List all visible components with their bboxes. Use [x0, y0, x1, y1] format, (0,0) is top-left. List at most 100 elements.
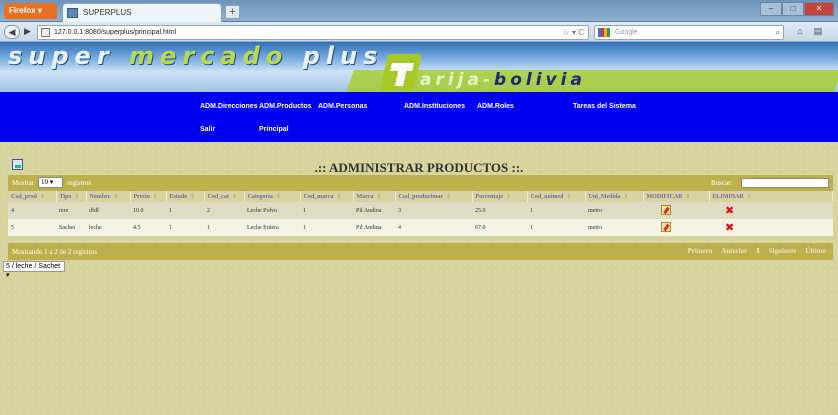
- column-header-label: Precio: [133, 194, 150, 200]
- bookmark-star-reload-icons[interactable]: ☆ ▾ C: [563, 26, 584, 39]
- page-favicon-icon: [41, 28, 50, 37]
- url-text: 127.0.0.1:8080/superplus/principal.html: [54, 29, 177, 36]
- add-product-icon[interactable]: [12, 159, 23, 170]
- cell-cod-productmar: 3: [395, 202, 472, 219]
- cell-cod-cat: 1: [204, 219, 244, 236]
- column-header-label: Cod_cat: [207, 194, 229, 200]
- column-header-label: Categoria: [247, 194, 273, 200]
- minimize-icon[interactable]: –: [760, 2, 782, 16]
- home-icon[interactable]: ⌂: [793, 25, 807, 39]
- search-placeholder: Google: [615, 29, 638, 36]
- new-tab-button[interactable]: +: [225, 5, 240, 19]
- column-header[interactable]: Porcentaje ⇕: [472, 191, 528, 202]
- column-header-label: Porcentaje: [475, 194, 504, 200]
- column-header[interactable]: Nombre ⇕: [86, 191, 131, 202]
- brand-part-2: mercado: [129, 42, 289, 70]
- column-header[interactable]: Cod_marca ⇕: [300, 191, 354, 202]
- column-header[interactable]: MODIFICAR ⇕: [643, 191, 710, 202]
- cell-estado: 1: [166, 219, 204, 236]
- sort-icon: ⇕: [74, 194, 80, 200]
- browser-tab-bar: Firefox ▾ SUPERPLUS + – □ ✕: [0, 0, 838, 22]
- product-select-value: 5 / leche / Sachet: [6, 263, 61, 270]
- main-content: .:: ADMINISTRAR PRODUCTOS ::. Mostrar 10…: [0, 142, 838, 415]
- menu-item-salir[interactable]: Salir: [200, 126, 215, 133]
- magnifier-icon[interactable]: ⌕: [776, 26, 780, 39]
- column-header-label: Cod_marca: [303, 194, 334, 200]
- menu-item-roles[interactable]: ADM.Roles: [477, 103, 514, 110]
- tab-favicon-icon: [67, 8, 78, 18]
- product-select[interactable]: 5 / leche / Sachet ▾: [3, 261, 65, 279]
- column-header[interactable]: Cod_prod ⇕: [8, 191, 57, 202]
- column-header[interactable]: Precio ⇕: [130, 191, 167, 202]
- column-header-label: Tipo: [59, 194, 72, 200]
- browser-search-input[interactable]: Google ⌕: [594, 25, 784, 40]
- region-part-2: bolivia: [494, 70, 586, 90]
- column-header[interactable]: Marca ⇕: [353, 191, 396, 202]
- menu-item-personas[interactable]: ADM.Personas: [318, 103, 367, 110]
- menu-item-principal[interactable]: Principal: [259, 126, 289, 133]
- column-header[interactable]: Categoria ⇕: [244, 191, 301, 202]
- cell-estado: 1: [166, 202, 204, 219]
- table-info: Mostrando 1 a 2 de 2 registros: [12, 248, 98, 256]
- sort-icon: ⇕: [566, 194, 572, 200]
- column-header[interactable]: Cod_productmar ⇕: [395, 191, 473, 202]
- pager-next[interactable]: Siguiente: [766, 246, 800, 256]
- page-length-value: 10: [41, 178, 48, 186]
- maximize-icon[interactable]: □: [782, 2, 804, 16]
- bookmarks-icon[interactable]: ▤: [811, 25, 825, 39]
- cell-uni-medida: metro: [585, 219, 643, 236]
- cell-modificar: [643, 202, 709, 219]
- sort-icon: ⇕: [113, 194, 119, 200]
- table-row[interactable]: 5 Sachet leche 4.5 1 1 Leche Entera 1 Pi…: [8, 219, 833, 236]
- menu-item-tareas[interactable]: Tareas del Sistema: [573, 103, 636, 110]
- cell-cod-marca: 1: [300, 219, 353, 236]
- page-length-select[interactable]: 10 ▾: [38, 177, 63, 188]
- cell-eliminar: ✖: [709, 219, 833, 236]
- cell-cod-prod: 4: [8, 202, 56, 219]
- column-header[interactable]: Cod_cat ⇕: [204, 191, 245, 202]
- column-header-label: ELIMINAR: [712, 194, 744, 200]
- address-bar[interactable]: 127.0.0.1:8080/superplus/principal.html …: [37, 25, 589, 40]
- main-menu: ADM.Direcciones ADM.Productos ADM.Person…: [0, 92, 838, 142]
- pager-first[interactable]: Primero: [684, 246, 715, 256]
- pager-last[interactable]: Último: [802, 246, 829, 256]
- edit-icon[interactable]: [661, 204, 671, 215]
- menu-item-direcciones[interactable]: ADM.Direcciones: [200, 103, 258, 110]
- edit-icon[interactable]: [661, 221, 671, 232]
- back-arrow-icon[interactable]: ◀: [4, 25, 20, 39]
- site-banner: super mercado plus arija-bolivia: [0, 42, 838, 92]
- firefox-menu-button[interactable]: Firefox ▾: [4, 3, 57, 19]
- menu-item-instituciones[interactable]: ADM.Instituciones: [404, 103, 465, 110]
- cell-nombre: dfdf: [86, 202, 130, 219]
- column-header[interactable]: Tipo ⇕: [56, 191, 87, 202]
- column-header[interactable]: ELIMINAR ⇕: [709, 191, 833, 202]
- pager-previous[interactable]: Anterior: [718, 246, 750, 256]
- cell-porcentaje: 25.0: [472, 202, 527, 219]
- browser-tab[interactable]: SUPERPLUS: [62, 3, 222, 22]
- tab-title: SUPERPLUS: [83, 8, 132, 17]
- delete-icon[interactable]: ✖: [725, 222, 734, 233]
- cell-categoria: Leche Polvo: [244, 202, 300, 219]
- page-title: .:: ADMINISTRAR PRODUCTOS ::.: [314, 160, 524, 175]
- column-header-label: Uni_Medida: [588, 194, 621, 200]
- table-row[interactable]: 4 rere dfdf 10.0 1 2 Leche Polvo 1 Pil A…: [8, 202, 833, 219]
- forward-arrow-icon[interactable]: ▶: [21, 25, 34, 39]
- column-header[interactable]: Uni_Medida ⇕: [585, 191, 644, 202]
- pager-page-1[interactable]: 1: [753, 246, 763, 256]
- close-icon[interactable]: ✕: [804, 2, 834, 16]
- column-header[interactable]: Cod_unimed ⇕: [527, 191, 586, 202]
- column-header-label: Cod_productmar: [398, 194, 444, 200]
- cell-nombre: leche: [86, 219, 130, 236]
- firefox-menu-label: Firefox: [9, 6, 36, 15]
- menu-item-productos[interactable]: ADM.Productos: [259, 103, 312, 110]
- google-icon: [598, 28, 610, 37]
- column-header[interactable]: Estado ⇕: [166, 191, 205, 202]
- search-input[interactable]: [741, 178, 829, 188]
- cell-eliminar: ✖: [709, 202, 833, 219]
- table-footer-bar: Mostrando 1 a 2 de 2 registros Primero A…: [8, 243, 833, 260]
- brand-part-1: super: [8, 42, 130, 70]
- cell-tipo: Sachet: [56, 219, 86, 236]
- delete-icon[interactable]: ✖: [725, 205, 734, 216]
- sort-icon: ⇕: [623, 194, 629, 200]
- cell-modificar: [643, 219, 709, 236]
